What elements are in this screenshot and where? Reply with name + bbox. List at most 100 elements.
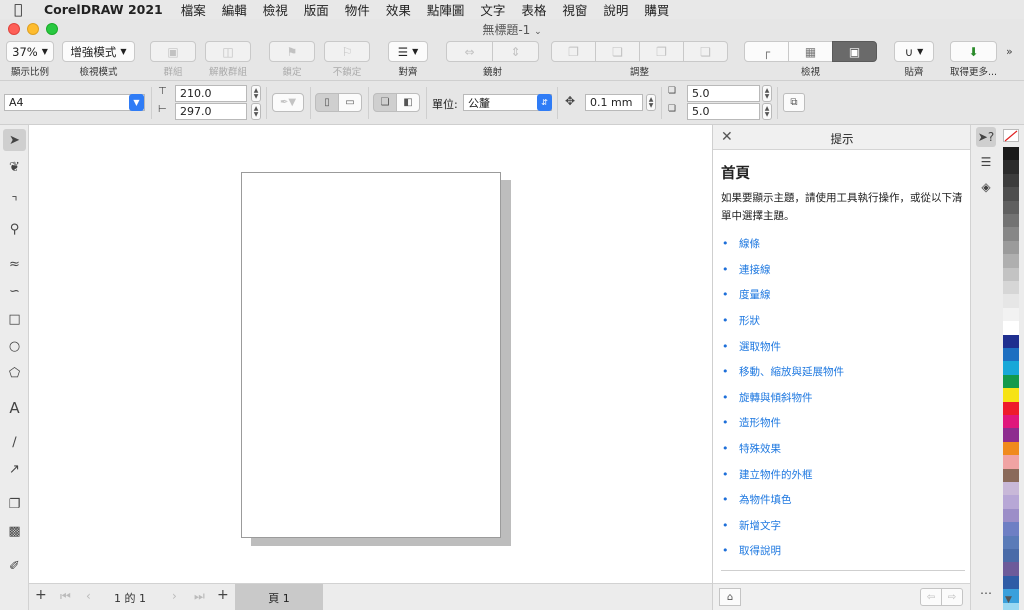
duplicate-y-stepper[interactable]: ▲ ▼ xyxy=(762,103,772,120)
palette-scroll-down-icon[interactable]: ▼ xyxy=(1005,595,1012,605)
menu-table[interactable]: 表格 xyxy=(521,0,546,19)
all-pages-button[interactable]: ❏ xyxy=(373,93,397,112)
color-swatch[interactable] xyxy=(1003,267,1019,281)
next-page-button[interactable]: › xyxy=(172,589,177,603)
hint-topic-dimension-lines[interactable]: • 度量線 xyxy=(721,282,844,308)
color-swatch[interactable] xyxy=(1003,147,1019,161)
page-size-options-dropdown[interactable]: ✒ ▼ xyxy=(272,93,304,112)
get-more-button[interactable]: ⬇ xyxy=(950,41,998,62)
hint-topic-select-objects[interactable]: • 選取物件 xyxy=(721,333,844,359)
chevron-up-down-icon[interactable]: ⇵ xyxy=(537,94,552,111)
app-menu[interactable]: CorelDRAW 2021 xyxy=(44,2,163,17)
color-swatch[interactable] xyxy=(1003,562,1019,576)
objects-docker-tab[interactable]: ◈ xyxy=(976,177,996,197)
polygon-tool[interactable]: ⬠ xyxy=(3,362,26,384)
last-page-button[interactable]: ⏭ xyxy=(194,589,205,604)
pick-tool[interactable]: ➤ xyxy=(3,129,26,151)
page-height-stepper[interactable]: ▲ ▼ xyxy=(251,103,261,120)
eyedropper-tool[interactable]: ✐ xyxy=(3,555,26,577)
transparency-tool[interactable]: ▩ xyxy=(3,520,26,542)
hint-topic-outlines[interactable]: • 建立物件的外框 xyxy=(721,461,844,487)
first-page-button[interactable]: ⏮ xyxy=(60,589,71,604)
menu-help[interactable]: 說明 xyxy=(603,0,628,19)
page-border-toggle[interactable]: ▣ xyxy=(832,41,877,62)
hint-topic-rotate-skew[interactable]: • 旋轉與傾斜物件 xyxy=(721,385,844,411)
group-button[interactable]: ▣ xyxy=(150,41,196,62)
menu-effects[interactable]: 效果 xyxy=(386,0,411,19)
menu-text[interactable]: 文字 xyxy=(480,0,505,19)
hint-topic-shaping[interactable]: • 造形物件 xyxy=(721,410,844,436)
shape-tool[interactable]: ❦ xyxy=(3,156,26,178)
hint-topic-get-help[interactable]: • 取得說明 xyxy=(721,538,844,564)
zoom-window-button[interactable] xyxy=(46,23,58,35)
menu-file[interactable]: 檔案 xyxy=(181,0,206,19)
chevron-down-icon[interactable]: ▼ xyxy=(129,94,144,111)
color-swatch[interactable] xyxy=(1003,294,1019,308)
properties-docker-tab[interactable]: ☰ xyxy=(976,152,996,172)
duplicate-x-stepper[interactable]: ▲ ▼ xyxy=(762,85,772,102)
parallel-dimension-tool[interactable]: ∕ xyxy=(3,431,26,453)
drop-shadow-tool[interactable]: ❐ xyxy=(3,493,26,515)
artistic-media-tool[interactable]: ∽ xyxy=(3,280,26,302)
page-height-field[interactable]: 297.0 xyxy=(175,103,247,120)
color-swatch[interactable] xyxy=(1003,441,1019,456)
color-swatch[interactable] xyxy=(1003,482,1019,496)
snap-dropdown[interactable]: ∪ ▼ xyxy=(894,41,934,62)
color-swatch[interactable] xyxy=(1003,187,1019,201)
apple-icon[interactable]:  xyxy=(14,2,30,18)
to-front-button[interactable]: ❐ xyxy=(551,41,596,62)
color-swatch[interactable] xyxy=(1003,522,1019,536)
color-swatch[interactable] xyxy=(1003,160,1019,174)
freehand-tool[interactable]: ≈ xyxy=(3,253,26,275)
connector-tool[interactable]: ↗ xyxy=(3,458,26,480)
hints-home-button[interactable]: ⌂ xyxy=(719,588,741,606)
toolbar-overflow-icon[interactable]: » xyxy=(1006,45,1013,58)
menu-edit[interactable]: 編輯 xyxy=(222,0,247,19)
color-swatch[interactable] xyxy=(1003,348,1019,362)
ellipse-tool[interactable]: ○ xyxy=(3,335,26,357)
color-swatch[interactable] xyxy=(1003,549,1019,563)
to-back-button[interactable]: ❏ xyxy=(595,41,640,62)
duplicate-x-field[interactable]: 5.0 xyxy=(687,85,760,102)
color-swatch[interactable] xyxy=(1003,575,1019,590)
view-mode-dropdown[interactable]: 增強模式 ▼ xyxy=(62,41,135,62)
minimize-window-button[interactable] xyxy=(27,23,39,35)
portrait-button[interactable]: ▯ xyxy=(315,93,339,112)
hint-topic-lines[interactable]: • 線條 xyxy=(721,231,844,257)
crop-tool[interactable]: ⌝ xyxy=(3,191,26,213)
back-one-button[interactable]: ❏ xyxy=(683,41,728,62)
lock-button[interactable]: ⚑ xyxy=(269,41,315,62)
hint-topic-shapes[interactable]: • 形狀 xyxy=(721,308,844,334)
page-tab-1[interactable]: 頁 1 xyxy=(235,584,323,610)
unlock-button[interactable]: ⚐ xyxy=(324,41,370,62)
text-tool[interactable]: A xyxy=(3,397,26,419)
hint-topic-connectors[interactable]: • 連接線 xyxy=(721,257,844,283)
menu-buy[interactable]: 購買 xyxy=(644,0,669,19)
menu-layout[interactable]: 版面 xyxy=(304,0,329,19)
ungroup-button[interactable]: ◫ xyxy=(205,41,251,62)
color-swatch[interactable] xyxy=(1003,428,1019,442)
hint-topic-fills[interactable]: • 為物件填色 xyxy=(721,487,844,513)
color-swatch[interactable] xyxy=(1003,254,1019,268)
color-swatch[interactable] xyxy=(1003,495,1019,509)
rectangle-tool[interactable]: □ xyxy=(3,308,26,330)
color-swatch[interactable] xyxy=(1003,240,1019,255)
align-dropdown[interactable]: ☰ ▼ xyxy=(388,41,428,62)
color-swatch[interactable] xyxy=(1003,388,1019,402)
menu-view[interactable]: 檢視 xyxy=(263,0,288,19)
hint-topic-special-effects[interactable]: • 特殊效果 xyxy=(721,436,844,462)
no-color-swatch[interactable] xyxy=(1003,129,1019,143)
nudge-distance-field[interactable]: 0.1 mm xyxy=(585,94,643,111)
color-swatch[interactable] xyxy=(1003,227,1019,241)
paper-size-dropdown[interactable]: A4 xyxy=(4,94,145,111)
menu-object[interactable]: 物件 xyxy=(345,0,370,19)
add-page-after-button[interactable]: + xyxy=(217,587,229,603)
fit-page-button[interactable]: ⧉ xyxy=(783,93,805,112)
menu-bitmaps[interactable]: 點陣圖 xyxy=(427,0,465,19)
rulers-toggle[interactable]: ┌ xyxy=(744,41,789,62)
mirror-horizontal-button[interactable]: ⇔ xyxy=(446,41,493,62)
hint-topic-add-text[interactable]: • 新增文字 xyxy=(721,513,844,539)
landscape-button[interactable]: ▭ xyxy=(338,93,362,112)
color-swatch[interactable] xyxy=(1003,361,1019,375)
color-swatch[interactable] xyxy=(1003,321,1019,335)
